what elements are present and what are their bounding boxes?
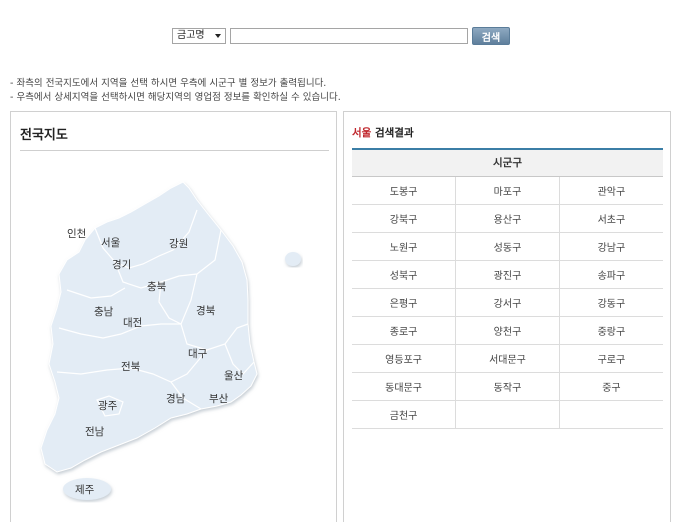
result-title-suffix: 검색결과 bbox=[371, 127, 414, 139]
district-cell[interactable]: 중랑구 bbox=[558, 316, 663, 345]
district-cell[interactable]: 서대문구 bbox=[455, 344, 560, 373]
ulleungdo-shape bbox=[285, 252, 301, 266]
district-cell[interactable]: 성북구 bbox=[352, 260, 456, 289]
region-daegu[interactable]: 대구 bbox=[188, 346, 207, 361]
district-cell[interactable]: 성동구 bbox=[455, 232, 560, 261]
region-gangwon[interactable]: 강원 bbox=[169, 236, 188, 251]
chevron-down-icon bbox=[215, 34, 221, 38]
district-cell[interactable]: 은평구 bbox=[352, 288, 456, 317]
result-title: 서울 검색결과 bbox=[352, 125, 414, 140]
region-gyeongnam[interactable]: 경남 bbox=[166, 391, 185, 406]
region-gyeongbuk[interactable]: 경북 bbox=[196, 303, 215, 318]
district-cell[interactable]: 강동구 bbox=[558, 288, 663, 317]
region-seoul[interactable]: 서울 bbox=[101, 235, 120, 250]
district-cell[interactable]: 강북구 bbox=[352, 204, 456, 233]
table-header: 시군구 bbox=[352, 149, 663, 177]
district-table: 시군구 도봉구 마포구 관악구 강북구 용산구 서초구 노원구 성동구 강남구 … bbox=[352, 148, 663, 429]
region-jeju[interactable]: 제주 bbox=[75, 482, 94, 497]
district-cell[interactable]: 송파구 bbox=[558, 260, 663, 289]
result-panel: 서울 검색결과 시군구 도봉구 마포구 관악구 강북구 용산구 서초구 노원구 … bbox=[343, 111, 671, 522]
guide-line-2: - 우측에서 상세지역을 선택하시면 해당지역의 영업점 정보를 확인하실 수 … bbox=[10, 92, 341, 103]
search-input[interactable] bbox=[230, 28, 468, 44]
search-type-select[interactable]: 금고명 bbox=[172, 28, 226, 44]
region-daejeon[interactable]: 대전 bbox=[123, 315, 142, 330]
district-cell[interactable]: 용산구 bbox=[455, 204, 560, 233]
map-panel: 전국지도 인천 서울 강원 경기 충북 충남 대전 경북 전북 대구 울산 경남… bbox=[10, 111, 337, 522]
table-row: 도봉구 마포구 관악구 bbox=[352, 176, 663, 205]
district-cell[interactable]: 중구 bbox=[558, 372, 663, 401]
empty-cell bbox=[455, 400, 560, 429]
search-bar: 금고명 검색 bbox=[172, 27, 510, 45]
region-ulsan[interactable]: 울산 bbox=[224, 368, 243, 383]
korea-map bbox=[40, 181, 301, 500]
table-row: 동대문구 동작구 중구 bbox=[352, 372, 663, 401]
district-cell[interactable]: 강남구 bbox=[558, 232, 663, 261]
district-cell[interactable]: 강서구 bbox=[455, 288, 560, 317]
district-cell[interactable]: 마포구 bbox=[455, 176, 560, 205]
region-incheon[interactable]: 인천 bbox=[67, 226, 86, 241]
district-cell[interactable]: 광진구 bbox=[455, 260, 560, 289]
table-row: 은평구 강서구 강동구 bbox=[352, 288, 663, 317]
district-cell[interactable]: 관악구 bbox=[558, 176, 663, 205]
result-city: 서울 bbox=[352, 127, 372, 139]
district-cell[interactable]: 양천구 bbox=[455, 316, 560, 345]
search-button[interactable]: 검색 bbox=[472, 27, 510, 45]
district-cell[interactable]: 금천구 bbox=[352, 400, 456, 429]
empty-cell bbox=[558, 400, 663, 429]
region-gyeonggi[interactable]: 경기 bbox=[112, 257, 131, 272]
region-chungbuk[interactable]: 충북 bbox=[147, 279, 166, 294]
district-cell[interactable]: 동작구 bbox=[455, 372, 560, 401]
table-row: 종로구 양천구 중랑구 bbox=[352, 316, 663, 345]
table-row: 강북구 용산구 서초구 bbox=[352, 204, 663, 233]
district-cell[interactable]: 동대문구 bbox=[352, 372, 456, 401]
search-type-value: 금고명 bbox=[177, 30, 205, 41]
table-row: 금천구 bbox=[352, 400, 663, 429]
region-chungnam[interactable]: 충남 bbox=[94, 304, 113, 319]
guide-line-1: - 좌측의 전국지도에서 지역을 선택 하시면 우측에 시군구 별 정보가 출력… bbox=[10, 78, 327, 89]
district-cell[interactable]: 종로구 bbox=[352, 316, 456, 345]
district-cell[interactable]: 도봉구 bbox=[352, 176, 456, 205]
table-row: 영등포구 서대문구 구로구 bbox=[352, 344, 663, 373]
district-cell[interactable]: 영등포구 bbox=[352, 344, 456, 373]
region-jeonnam[interactable]: 전남 bbox=[85, 424, 104, 439]
region-gwangju[interactable]: 광주 bbox=[98, 398, 117, 413]
region-jeonbuk[interactable]: 전북 bbox=[121, 359, 140, 374]
table-row: 노원구 성동구 강남구 bbox=[352, 232, 663, 261]
district-cell[interactable]: 구로구 bbox=[558, 344, 663, 373]
district-cell[interactable]: 노원구 bbox=[352, 232, 456, 261]
guide-text: - 좌측의 전국지도에서 지역을 선택 하시면 우측에 시군구 별 정보가 출력… bbox=[10, 77, 341, 105]
region-busan[interactable]: 부산 bbox=[209, 391, 228, 406]
table-row: 성북구 광진구 송파구 bbox=[352, 260, 663, 289]
district-cell[interactable]: 서초구 bbox=[558, 204, 663, 233]
